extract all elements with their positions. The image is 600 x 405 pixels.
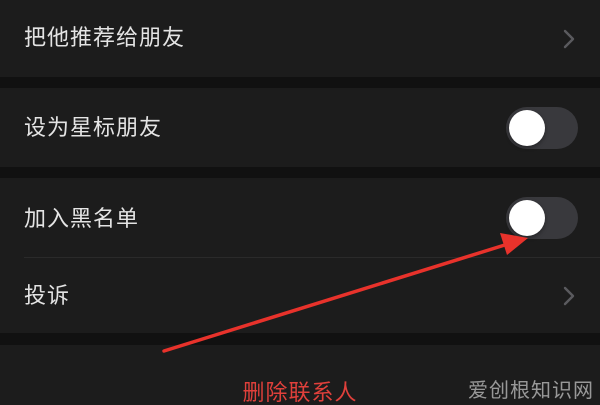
contact-settings-screen: 把他推荐给朋友 设为星标朋友 加入黑名单 投诉 删除联系人 爱创根知识网 xyxy=(0,0,600,405)
annotation-arrow xyxy=(162,233,528,353)
annotation-arrow-head xyxy=(500,233,528,255)
annotation-arrow-shaft xyxy=(162,242,510,353)
watermark-text: 爱创根知识网 xyxy=(468,378,594,402)
